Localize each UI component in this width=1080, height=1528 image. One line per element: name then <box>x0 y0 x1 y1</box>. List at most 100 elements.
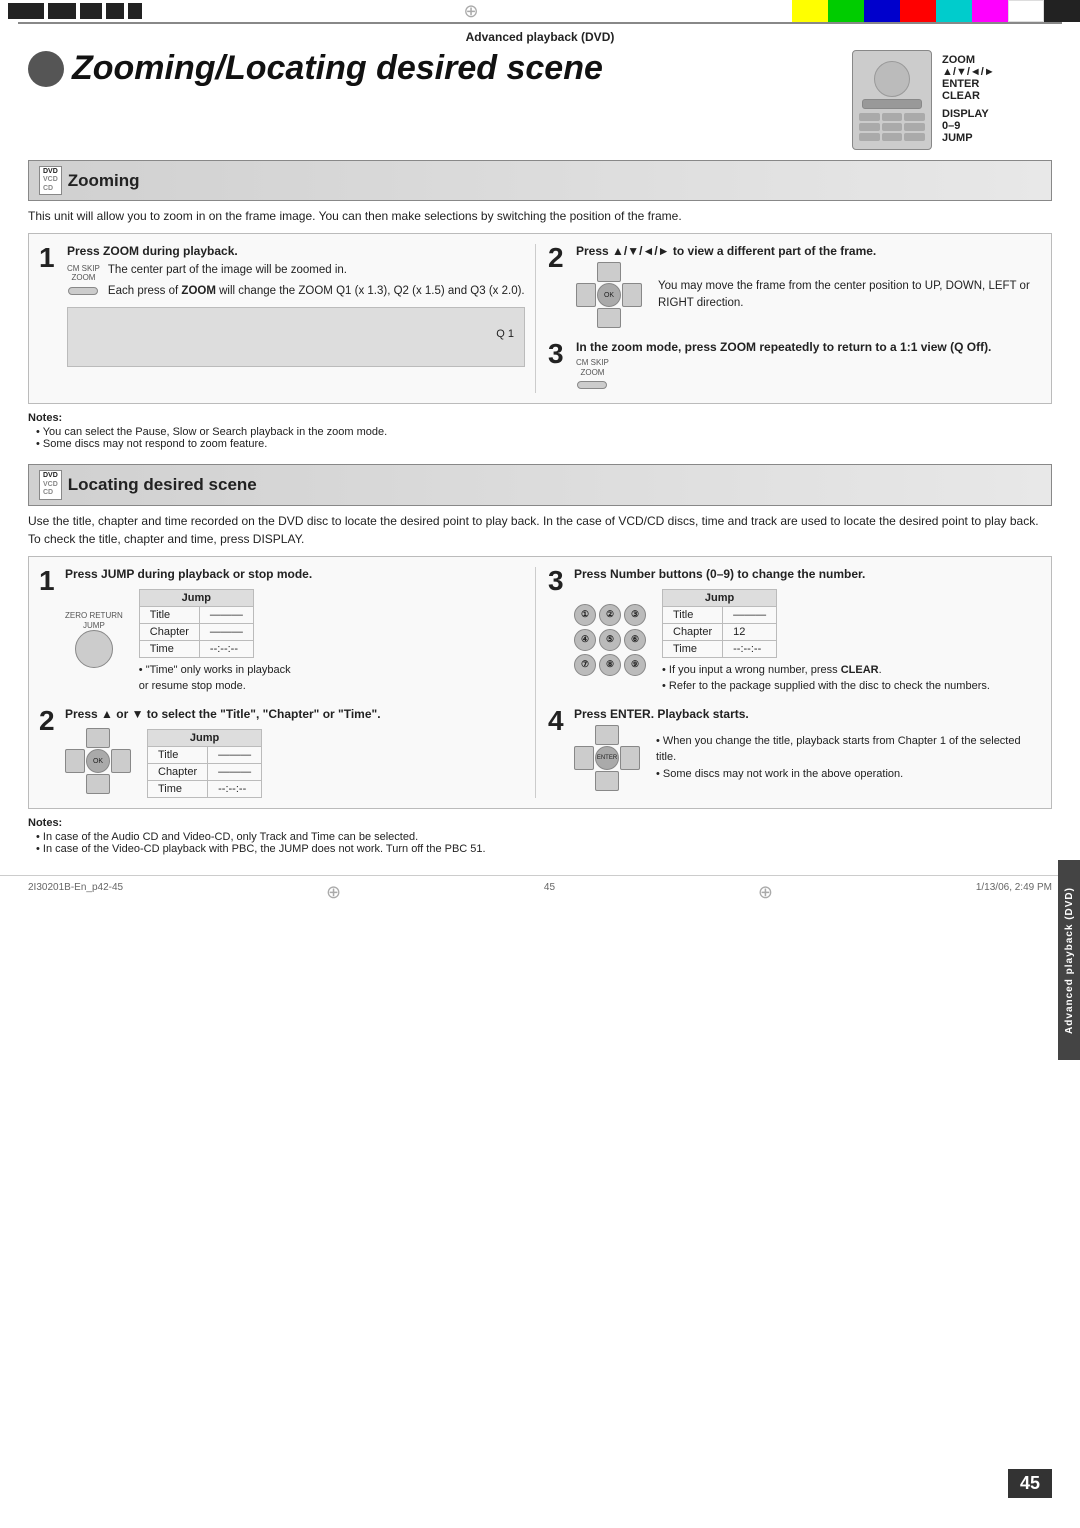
dpad2: OK <box>65 728 131 794</box>
color-magenta <box>972 0 1008 22</box>
icon-dvd2: DVD <box>43 472 58 480</box>
dpad2-up[interactable] <box>86 728 110 748</box>
time-label: Time <box>139 640 199 657</box>
jump-table-3: Jump Title ——— Chapter 12 <box>662 589 777 658</box>
black-block <box>48 3 76 19</box>
dpad3-center[interactable]: ENTER <box>595 746 619 770</box>
numpad-4[interactable]: ④ <box>574 629 596 651</box>
step2-number: 2 <box>548 244 568 272</box>
color-cyan <box>936 0 972 22</box>
dpad3-left[interactable] <box>574 746 594 770</box>
nums-label: 0–9 <box>942 120 960 132</box>
jump-label2: JUMP <box>83 621 105 631</box>
page-number: 45 <box>1008 1469 1052 1498</box>
loc-step1-note: • "Time" only works in playbackor resume… <box>139 662 291 695</box>
dpad2-center[interactable]: OK <box>86 749 110 773</box>
step1-number: 1 <box>39 244 59 272</box>
zoom-step2-img: OK You may move the frame from the cente… <box>576 262 1041 328</box>
zoom-step3-content: In the zoom mode, press ZOOM repeatedly … <box>576 340 1041 393</box>
numpad-area: ① ② ③ ④ ⑤ ⑥ ⑦ ⑧ ⑨ <box>574 598 646 682</box>
chapter-label: Chapter <box>139 623 199 640</box>
zoom-step2-title: Press ▲/▼/◄/► to view a different part o… <box>576 244 1041 258</box>
footer-left: 2I30201B-En_p42-45 <box>28 882 123 903</box>
locating-note-1: In case of the Audio CD and Video-CD, on… <box>36 831 1052 843</box>
black-block <box>106 3 124 19</box>
dpad3-up[interactable] <box>595 725 619 745</box>
arrows-label: ▲/▼/◄/► <box>942 66 995 78</box>
jump-btn[interactable] <box>75 630 113 668</box>
clear-label: CLEAR <box>942 90 980 102</box>
zero-return-label: ZERO RETURN <box>65 611 123 621</box>
numpad-8[interactable]: ⑧ <box>599 654 621 676</box>
numpad-5[interactable]: ⑤ <box>599 629 621 651</box>
color-red <box>900 0 936 22</box>
color-blue <box>864 0 900 22</box>
zoom-step2-content: Press ▲/▼/◄/► to view a different part o… <box>576 244 1041 328</box>
numpad-9[interactable]: ⑨ <box>624 654 646 676</box>
zooming-section-header: DVD VCD CD Zooming <box>28 160 1052 201</box>
locating-steps-grid: 1 Press JUMP during playback or stop mod… <box>28 556 1052 809</box>
footer: 2I30201B-En_p42-45 ⊕ 45 ⊕ 1/13/06, 2:49 … <box>0 875 1080 909</box>
dpad3-down[interactable] <box>595 771 619 791</box>
loc-step1-title: Press JUMP during playback or stop mode. <box>65 567 525 581</box>
zoom-btn-label2: ZOOM <box>580 368 604 378</box>
side-tab: Advanced playback (DVD) <box>1058 860 1080 1060</box>
zoom-btn2[interactable] <box>577 381 607 389</box>
dpad-left[interactable] <box>576 283 596 307</box>
dpad-down[interactable] <box>597 308 621 328</box>
color-white <box>1008 0 1044 22</box>
dpad2-left[interactable] <box>65 749 85 773</box>
dpad-right[interactable] <box>622 283 642 307</box>
numpad-1[interactable]: ① <box>574 604 596 626</box>
numpad-2[interactable]: ② <box>599 604 621 626</box>
zoom-step3-img: CM SKIP ZOOM <box>576 358 1041 393</box>
loc-step2-img: OK Jump Title <box>65 725 525 798</box>
time-label: Time <box>663 640 723 657</box>
zoom3-button-area: CM SKIP ZOOM <box>576 358 609 393</box>
locating-left-col: 1 Press JUMP during playback or stop mod… <box>39 567 536 798</box>
chapter-label: Chapter <box>663 623 723 640</box>
table-row: Title ——— <box>139 606 253 623</box>
dpad3-right[interactable] <box>620 746 640 770</box>
locating-notes: Notes: In case of the Audio CD and Video… <box>28 817 1052 855</box>
table-row: Time --:--:-- <box>663 640 777 657</box>
dpad-center[interactable]: OK <box>597 283 621 307</box>
locating-notes-list: In case of the Audio CD and Video-CD, on… <box>28 831 1052 855</box>
loc-step2-title: Press ▲ or ▼ to select the "Title", "Cha… <box>65 707 525 721</box>
zoom-step2: 2 Press ▲/▼/◄/► to view a different part… <box>548 244 1041 328</box>
loc-step3-number: 3 <box>548 567 568 595</box>
table-row: Chapter ——— <box>148 763 262 780</box>
footer-right: 1/13/06, 2:49 PM <box>976 882 1052 903</box>
loc-step2-number: 2 <box>39 707 59 735</box>
loc-step1-content: Press JUMP during playback or stop mode.… <box>65 567 525 695</box>
numpad-7[interactable]: ⑦ <box>574 654 596 676</box>
page-title-row: Zooming/Locating desired scene <box>28 50 1052 150</box>
zoom-btn[interactable] <box>68 287 98 295</box>
numpad-3[interactable]: ③ <box>624 604 646 626</box>
time-value: --:--:-- <box>208 780 262 797</box>
zooming-intro: This unit will allow you to zoom in on t… <box>28 207 1052 225</box>
dpad2-right[interactable] <box>111 749 131 773</box>
remote-labels: ZOOM ▲/▼/◄/► ENTER CLEAR DISPLAY 0–9 JUM… <box>942 54 995 144</box>
loc-step4-title: Press ENTER. Playback starts. <box>574 707 1041 721</box>
time-value: --:--:-- <box>199 640 253 657</box>
title-circle-icon <box>28 51 64 87</box>
title-label: Title <box>148 746 208 763</box>
updown-btn-area: OK <box>65 728 131 794</box>
dpad2-down[interactable] <box>86 774 110 794</box>
table-row: Time --:--:-- <box>139 640 253 657</box>
jump-table1-header: Jump <box>139 589 253 606</box>
locating-notes-title: Notes: <box>28 817 1052 829</box>
crosshair-bottom: ⊕ <box>326 882 341 903</box>
loc-step1-number: 1 <box>39 567 59 595</box>
side-tab-label: Advanced playback (DVD) <box>1064 887 1075 1034</box>
crosshair-top: ⊕ <box>463 1 478 22</box>
loc-step3-note: • If you input a wrong number, press CLE… <box>662 662 990 695</box>
dpad-up[interactable] <box>597 262 621 282</box>
zoom-btn-label: ZOOM <box>71 273 95 283</box>
enter-btn-area: ENTER <box>574 725 640 791</box>
zooming-note-2: Some discs may not respond to zoom featu… <box>36 438 1052 450</box>
zoom-step3-title: In the zoom mode, press ZOOM repeatedly … <box>576 340 1041 354</box>
numpad-6[interactable]: ⑥ <box>624 629 646 651</box>
section-label: Advanced playback (DVD) <box>466 30 615 44</box>
